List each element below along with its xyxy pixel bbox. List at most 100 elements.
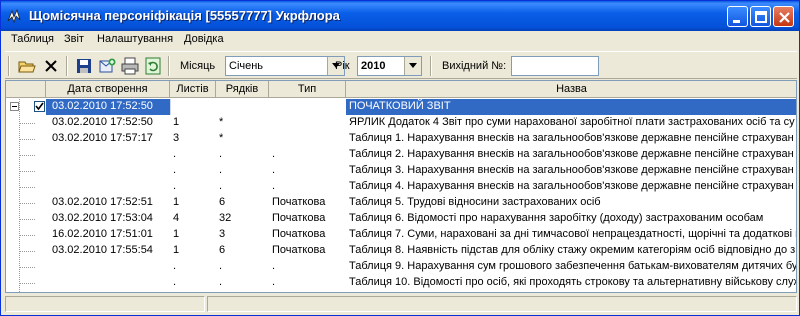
cell-type: . [272, 148, 276, 160]
save-icon[interactable] [74, 56, 94, 76]
cell-date [46, 147, 170, 163]
menu-table[interactable]: Таблиця [11, 33, 54, 45]
year-dropdown-button[interactable] [404, 57, 421, 75]
table-row[interactable]: ... Таблиця 3. Нарахування внесків на заг… [6, 163, 796, 179]
cell-date [46, 275, 170, 291]
cell-sheets: 1 [173, 228, 180, 240]
cell-sheets: 1 [173, 196, 180, 208]
year-label: Рік [335, 60, 350, 72]
cell-date: 16.02.2010 17:51:01 [52, 228, 153, 240]
cell-date: 03.02.2010 17:52:50 [52, 116, 153, 128]
tree-branch-line [19, 235, 35, 236]
outgoing-number-input[interactable] [511, 56, 599, 76]
table-row[interactable]: 03.02.2010 17:52:50 ПОЧАТКОВИЙ ЗВІТ [6, 99, 796, 115]
tree-branch-line [19, 267, 35, 268]
cell-lines: . [219, 148, 223, 160]
tree-branch-line [19, 203, 35, 204]
add-report-icon[interactable] [97, 56, 117, 76]
table-row[interactable]: 03.02.2010 17:52:51 1 6 Початкова Таблиця 5.… [6, 195, 796, 211]
cell-date [46, 163, 170, 179]
column-header-date[interactable]: Дата створення [46, 81, 170, 98]
tree-branch-line [19, 139, 35, 140]
cell-sheets [170, 99, 216, 115]
print-icon[interactable] [120, 56, 140, 76]
table-row[interactable]: 03.02.2010 17:53:04 4 32 Початкова Таблиця 6… [6, 211, 796, 227]
cell-sheets: 3 [173, 132, 180, 144]
close-icon [779, 12, 790, 23]
cell-type: Початкова [272, 228, 326, 240]
refresh-icon[interactable] [143, 56, 163, 76]
reports-grid: Дата створення Листів Рядків Тип Назва 0… [5, 80, 797, 293]
menu-help[interactable]: Довідка [184, 33, 224, 45]
table-row[interactable]: ... Таблиця 4. Нарахування внесків на заг… [6, 179, 796, 195]
cell-sheets: 4 [173, 212, 180, 224]
cell-lines [216, 99, 269, 115]
cell-name: Таблиця 6. Відомості про нарахування зар… [349, 212, 764, 224]
row-checkbox[interactable] [34, 101, 45, 112]
tree-branch-line [19, 219, 35, 220]
cell-sheets: . [173, 276, 177, 288]
cell-name: Таблиця 7. Суми, нараховані за дні тимча… [349, 228, 797, 240]
app-window: Щомісячна персоніфікація [55557777] Укрф… [0, 0, 800, 316]
table-row[interactable]: 03.02.2010 17:57:17 3 * Таблиця 1. Нарахува… [6, 131, 796, 147]
maximize-button[interactable] [750, 6, 771, 27]
cell-name: Таблиця 2. Нарахування внесків на загаль… [349, 148, 794, 160]
column-header-type[interactable]: Тип [269, 81, 346, 98]
column-header-tree[interactable] [6, 81, 46, 98]
cell-sheets: . [173, 148, 177, 160]
title-bar[interactable]: Щомісячна персоніфікація [55557777] Укрф… [1, 1, 799, 31]
cell-date: 03.02.2010 17:57:17 [52, 132, 153, 144]
cell-type [269, 99, 346, 115]
cell-lines: * [219, 132, 224, 144]
cell-type: . [272, 164, 276, 176]
tree-branch-line [19, 123, 35, 124]
minimize-icon [733, 20, 740, 23]
month-select[interactable]: Січень [225, 56, 345, 76]
month-label: Місяць [180, 60, 216, 72]
tree-branch-line [19, 155, 35, 156]
table-row[interactable]: 16.02.2010 17:51:01 1 3 Початкова Таблиця 7.… [6, 227, 796, 243]
close-button[interactable] [773, 6, 794, 27]
menu-report[interactable]: Звіт [64, 33, 84, 45]
table-row[interactable]: ... Таблиця 10. Відомості про осіб, які п… [6, 275, 796, 291]
table-row[interactable]: ... Таблиця 2. Нарахування внесків на заг… [6, 147, 796, 163]
menu-settings[interactable]: Налаштування [97, 33, 173, 45]
tree-branch-line [19, 283, 35, 284]
cell-type [269, 115, 346, 131]
maximize-icon [755, 11, 767, 23]
minimize-button[interactable] [727, 6, 748, 27]
table-row[interactable]: 03.02.2010 17:55:54 1 6 Початкова Таблиця 8.… [6, 243, 796, 259]
cell-type: . [272, 180, 276, 192]
cell-lines: 6 [219, 244, 226, 256]
toolbar-separator [66, 56, 68, 76]
delete-x-icon[interactable] [41, 56, 61, 76]
cell-name: Таблиця 9. Нарахування сум грошового заб… [349, 260, 797, 272]
cell-date [46, 179, 170, 195]
cell-type: . [272, 276, 276, 288]
cell-lines: . [219, 164, 223, 176]
table-row[interactable]: ... Таблиця 9. Нарахування сум грошового … [6, 259, 796, 275]
cell-date: 03.02.2010 17:53:04 [52, 212, 153, 224]
cell-type: Початкова [272, 212, 326, 224]
cell-name: ПОЧАТКОВИЙ ЗВІТ [346, 99, 796, 115]
column-header-lines[interactable]: Рядків [216, 81, 269, 98]
cell-sheets: 1 [173, 116, 180, 128]
year-select[interactable]: 2010 [357, 56, 422, 76]
collapse-toggle-icon[interactable] [10, 102, 19, 111]
cell-lines: 6 [219, 196, 226, 208]
cell-type: . [272, 260, 276, 272]
cell-lines: . [219, 260, 223, 272]
column-header-sheets[interactable]: Листів [170, 81, 216, 98]
folder-open-icon[interactable] [17, 56, 37, 76]
cell-sheets: . [173, 164, 177, 176]
checkmark-icon [35, 102, 44, 111]
cell-name: Таблиця 5. Трудові відносини застрахован… [349, 196, 601, 208]
cell-name: ЯРЛИК Додаток 4 Звіт про суми нараховано… [349, 116, 795, 128]
cell-lines: 32 [219, 212, 232, 224]
cell-name: Таблиця 10. Відомості про осіб, які прох… [349, 276, 797, 288]
outgoing-number-label: Вихідний №: [442, 60, 507, 72]
year-value: 2010 [361, 60, 386, 72]
cell-name: Таблиця 3. Нарахування внесків на загаль… [349, 164, 794, 176]
table-row[interactable]: 03.02.2010 17:52:50 1 * ЯРЛИК Додаток 4 Зві… [6, 115, 796, 131]
column-header-name[interactable]: Назва [346, 81, 796, 98]
